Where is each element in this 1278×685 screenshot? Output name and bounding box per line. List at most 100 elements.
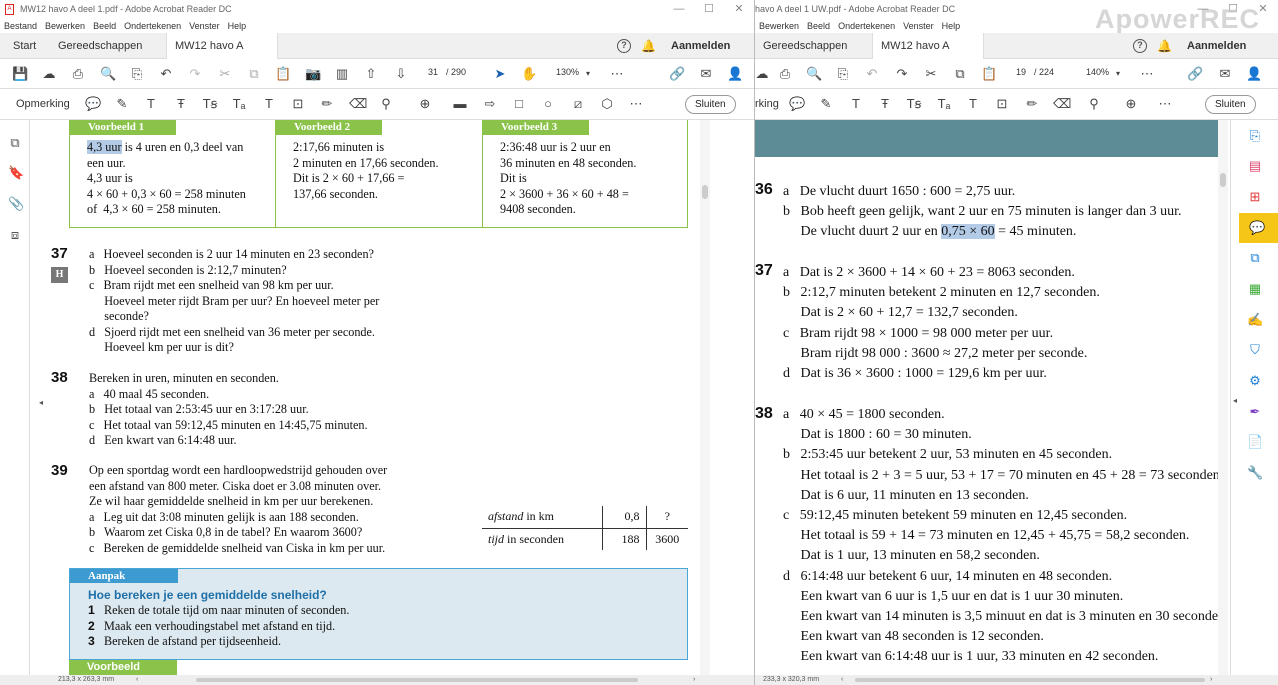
cut-icon[interactable]: ✂ [217, 67, 233, 81]
signin-button[interactable]: Aanmelden [1187, 40, 1246, 52]
highlight-pen-icon[interactable]: ✎ [818, 97, 834, 111]
tab-start[interactable]: Start [5, 33, 44, 59]
optimize-icon[interactable]: ⚙ [1247, 373, 1263, 389]
pencil-icon[interactable]: ✏ [1024, 97, 1040, 111]
scroll-left-icon[interactable]: ‹ [136, 675, 138, 685]
search-icon[interactable]: 🔍 [100, 67, 116, 81]
undo-icon[interactable]: ↶ [864, 67, 880, 81]
print-icon[interactable]: ⎙ [70, 67, 86, 81]
fill-sign-icon[interactable]: ✍ [1247, 312, 1263, 328]
redo-icon[interactable]: ↷ [187, 67, 203, 81]
polygon-icon[interactable]: ⬡ [599, 97, 615, 111]
insert-text-icon[interactable]: Tₐ [936, 97, 952, 111]
vertical-scrollbar[interactable] [1218, 120, 1228, 675]
organize-pages-icon[interactable]: ▦ [1247, 281, 1263, 297]
close-toolbar-button[interactable]: Sluiten [1205, 95, 1256, 114]
sign-icon[interactable]: ✒ [1247, 404, 1263, 420]
redo-icon[interactable]: ↷ [894, 67, 910, 81]
menu-venster[interactable]: Venster [185, 21, 224, 31]
scroll-right-icon[interactable]: › [693, 675, 695, 685]
text-comment-icon[interactable]: T [965, 97, 981, 111]
paste-icon[interactable]: 📋 [275, 67, 291, 81]
insert-text-icon[interactable]: Tₐ [231, 97, 247, 111]
menu-venster[interactable]: Venster [899, 21, 938, 31]
scroll-left-icon[interactable]: ‹ [841, 675, 843, 685]
thumbnails-icon[interactable]: ⧉ [8, 136, 22, 150]
layers-icon[interactable]: ⧈ [8, 228, 22, 242]
scrollbar-thumb[interactable] [1220, 173, 1226, 187]
more-tools-icon[interactable]: ⋯ [1139, 67, 1155, 81]
link-icon[interactable]: 🔗 [669, 67, 685, 81]
upload-icon[interactable]: ☁ [755, 67, 770, 81]
protect-icon[interactable]: ⛉ [1247, 342, 1263, 358]
page-number-input[interactable]: 19 [1016, 67, 1026, 77]
close-window-icon[interactable]: ✕ [724, 0, 754, 18]
pencil-icon[interactable]: ✏ [319, 97, 335, 111]
menu-help[interactable]: Help [938, 21, 965, 31]
collapse-right-icon[interactable]: ◂ [1233, 396, 1237, 405]
share-user-icon[interactable]: 👤 [1246, 67, 1262, 81]
cut-icon[interactable]: ✂ [923, 67, 939, 81]
share-user-icon[interactable]: 👤 [727, 67, 743, 81]
eraser-icon[interactable]: ⌫ [349, 97, 367, 111]
text-comment-icon[interactable]: T [261, 97, 277, 111]
select-cursor-icon[interactable]: ➤ [492, 67, 508, 81]
close-toolbar-button[interactable]: Sluiten [685, 95, 736, 114]
menu-bestand[interactable]: Bestand [0, 21, 41, 31]
replace-text-icon[interactable]: Tꞩ [202, 97, 218, 111]
create-pdf-icon[interactable]: ▤ [1247, 158, 1263, 174]
scrollbar-thumb[interactable] [702, 185, 708, 199]
strikethrough-icon[interactable]: Ŧ [877, 97, 893, 111]
attach-icon[interactable]: ⊕ [417, 97, 433, 111]
eraser-icon[interactable]: ⌫ [1053, 97, 1071, 111]
mail-icon[interactable]: ✉ [698, 67, 714, 81]
vertical-scrollbar[interactable] [700, 120, 710, 675]
more-comment-tools-icon[interactable]: ⋯ [1157, 97, 1173, 111]
sticky-note-icon[interactable]: 💬 [789, 97, 805, 111]
copy-icon[interactable]: ⧉ [246, 67, 262, 81]
page-number-input[interactable]: 31 [428, 67, 438, 77]
help-icon[interactable]: ? [617, 39, 631, 53]
zoom-select[interactable]: 140% [1086, 67, 1109, 77]
strikethrough-icon[interactable]: Ŧ [173, 97, 189, 111]
undo-icon[interactable]: ↶ [158, 67, 174, 81]
menu-beeld[interactable]: Beeld [803, 21, 834, 31]
menu-help[interactable]: Help [224, 21, 251, 31]
more-tools-wrench-icon[interactable]: 🔧 [1247, 465, 1263, 481]
attachment-icon[interactable]: 📎 [8, 197, 24, 211]
link-icon[interactable]: 🔗 [1187, 67, 1203, 81]
bell-icon[interactable]: 🔔 [1157, 40, 1172, 52]
more-tools-icon[interactable]: ⋯ [609, 67, 625, 81]
reduce-file-icon[interactable]: ⎘ [835, 67, 851, 81]
polyline-icon[interactable]: ⧄ [570, 97, 586, 111]
text-box-icon[interactable]: ⊡ [290, 97, 306, 111]
page-view-icon[interactable]: ▥ [334, 67, 350, 81]
reduce-file-icon[interactable]: ⎘ [129, 67, 145, 81]
stamp-icon[interactable]: ⚲ [378, 97, 394, 111]
search-icon[interactable]: 🔍 [806, 67, 822, 81]
help-icon[interactable]: ? [1133, 39, 1147, 53]
send-review-icon[interactable]: 📄 [1247, 434, 1263, 450]
text-box-icon[interactable]: ⊡ [994, 97, 1010, 111]
menu-ondertekenen[interactable]: Ondertekenen [120, 21, 185, 31]
horizontal-scrollbar[interactable] [196, 678, 638, 682]
combine-files-icon[interactable]: ⧉ [1247, 250, 1263, 266]
bookmark-icon[interactable]: 🔖 [8, 166, 24, 180]
more-comment-tools-icon[interactable]: ⋯ [628, 97, 644, 111]
zoom-chevron-down-icon[interactable]: ▾ [1110, 67, 1126, 81]
menu-bewerken[interactable]: Bewerken [41, 21, 89, 31]
bell-icon[interactable]: 🔔 [641, 40, 656, 52]
tab-tools[interactable]: Gereedschappen [755, 33, 855, 59]
sticky-note-icon[interactable]: 💬 [85, 97, 101, 111]
arrow-icon[interactable]: ⇨ [482, 97, 498, 111]
paste-icon[interactable]: 📋 [981, 67, 997, 81]
print-icon[interactable]: ⎙ [777, 67, 793, 81]
oval-icon[interactable]: ○ [540, 97, 556, 111]
scroll-right-icon[interactable]: › [1210, 675, 1212, 685]
hand-tool-icon[interactable]: ✋ [521, 67, 537, 81]
attach-icon[interactable]: ⊕ [1123, 97, 1139, 111]
highlight-pen-icon[interactable]: ✎ [114, 97, 130, 111]
export-pdf-icon[interactable]: ⎘ [1247, 128, 1263, 144]
zoom-chevron-down-icon[interactable]: ▾ [580, 67, 596, 81]
menu-bewerken[interactable]: Bewerken [755, 21, 803, 31]
